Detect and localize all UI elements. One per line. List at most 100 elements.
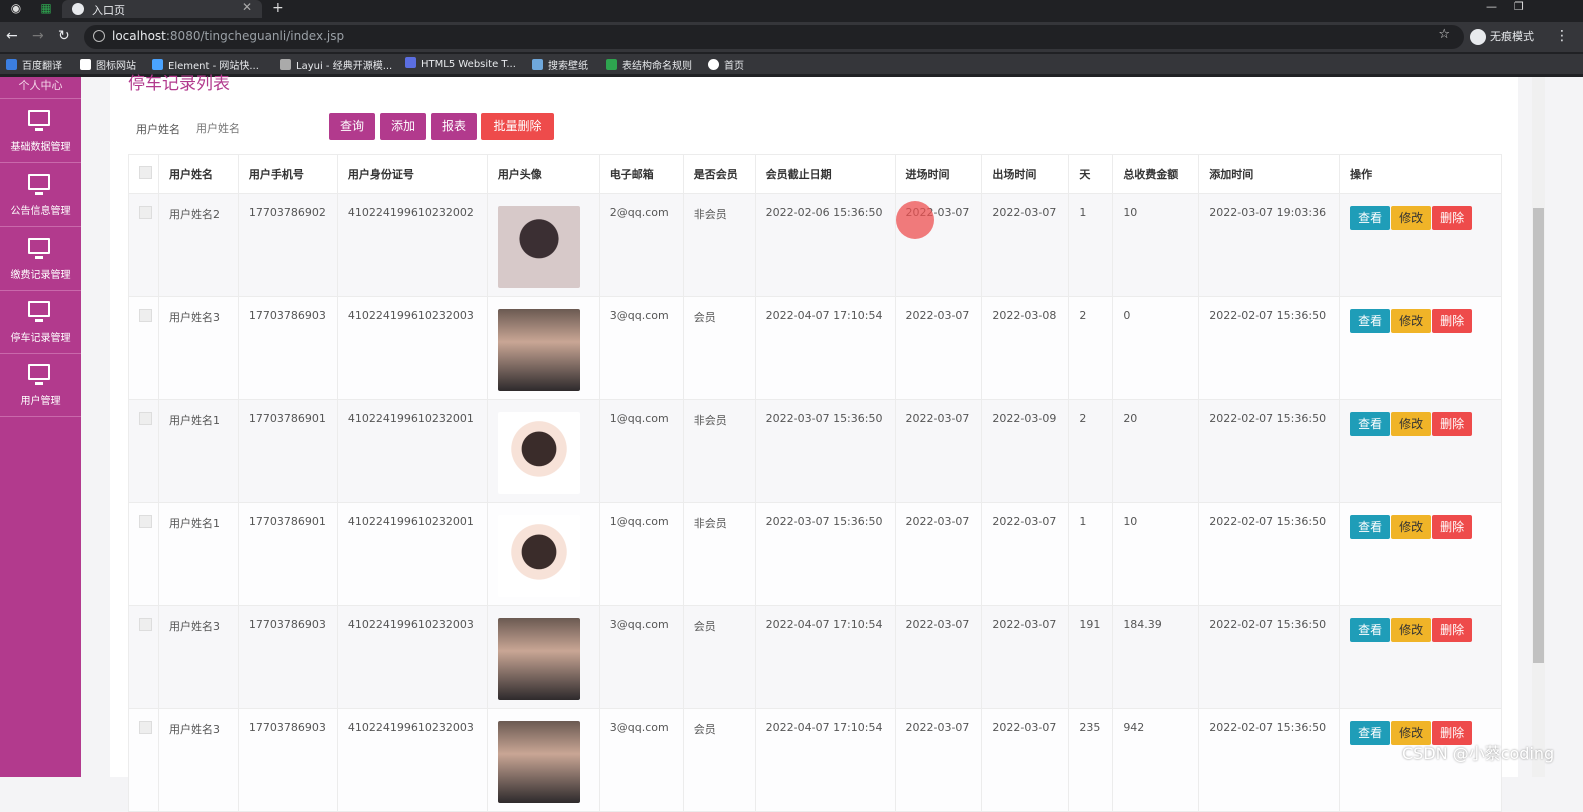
scrollbar-thumb[interactable]	[1533, 208, 1544, 663]
bookmark-item[interactable]: 表结构命名规则	[606, 57, 692, 72]
minimize-icon[interactable]: —	[1486, 0, 1497, 13]
sidebar-item-payments[interactable]: 缴费记录管理	[0, 228, 81, 291]
menu-icon[interactable]: ⋮	[1555, 28, 1569, 44]
view-button[interactable]: 查看	[1350, 309, 1391, 333]
sidebar-item-personal[interactable]: 个人中心	[0, 77, 81, 99]
url-input[interactable]: localhost:8080/tingcheguanli/index.jsp ☆	[84, 25, 1464, 49]
row-checkbox[interactable]	[139, 412, 152, 425]
sidebar-item-announcements[interactable]: 公告信息管理	[0, 164, 81, 227]
page-scrollbar[interactable]	[1532, 77, 1545, 777]
table-row: 用户姓名3 17703786903 410224199610232003 3@q…	[128, 296, 1502, 400]
add-button[interactable]: 添加	[380, 113, 426, 140]
view-button[interactable]: 查看	[1350, 206, 1391, 230]
cell-days: 1	[1068, 193, 1114, 297]
cell-id-card: 410224199610232001	[336, 399, 488, 503]
back-icon[interactable]: ←	[6, 28, 18, 44]
cell-total-fee: 0	[1112, 296, 1200, 400]
bookmark-item[interactable]: 搜索壁纸	[532, 57, 588, 72]
sidebar-item-basic-data[interactable]: 基础数据管理	[0, 100, 81, 163]
cell-total-fee: 10	[1112, 193, 1200, 297]
watermark: CSDN @小蔡coding	[1402, 744, 1555, 763]
cell-email: 2@qq.com	[598, 193, 684, 297]
row-checkbox[interactable]	[139, 206, 152, 219]
delete-button[interactable]: 删除	[1432, 618, 1473, 642]
report-button[interactable]: 报表	[431, 113, 477, 140]
column-header: 会员截止日期	[754, 154, 896, 194]
cell-member: 非会员	[682, 502, 756, 606]
globe-icon	[72, 3, 84, 15]
cell-id-card: 410224199610232003	[336, 296, 488, 400]
delete-button[interactable]: 删除	[1432, 206, 1473, 230]
close-icon[interactable]: ✕	[242, 0, 252, 14]
incognito-indicator[interactable]: 无痕模式	[1470, 28, 1534, 45]
delete-button[interactable]: 删除	[1432, 412, 1473, 436]
reload-icon[interactable]: ↻	[58, 28, 70, 44]
row-checkbox[interactable]	[139, 721, 152, 734]
search-input[interactable]	[190, 115, 310, 141]
new-tab-button[interactable]: +	[272, 0, 284, 16]
bookmark-item[interactable]: 百度翻译	[6, 57, 62, 72]
cell-avatar	[486, 399, 600, 503]
query-button[interactable]: 查询	[329, 113, 375, 140]
row-select-cell	[128, 502, 159, 606]
monitor-icon	[28, 238, 50, 259]
sidebar-item-label: 缴费记录管理	[10, 270, 71, 281]
bookmark-item[interactable]: Layui - 经典开源模...	[280, 57, 392, 72]
cell-phone: 17703786902	[237, 193, 338, 297]
table-row: 用户姓名1 17703786901 410224199610232001 1@q…	[128, 502, 1502, 606]
sidebar: 个人中心 基础数据管理 公告信息管理 缴费记录管理 停车记录管理 用户管理	[0, 77, 81, 777]
sidebar-item-parking[interactable]: 停车记录管理	[0, 291, 81, 354]
sidebar-item-label: 基础数据管理	[10, 142, 71, 153]
forward-icon[interactable]: →	[32, 28, 44, 44]
cell-id-card: 410224199610232002	[336, 193, 488, 297]
restore-icon[interactable]: ❐	[1514, 0, 1524, 13]
globe-icon[interactable]: ◉	[8, 1, 24, 17]
cell-enter-time: 2022-03-07	[894, 296, 983, 400]
view-button[interactable]: 查看	[1350, 515, 1391, 539]
monitor-icon	[28, 301, 50, 322]
cell-add-time: 2022-02-07 15:36:50	[1198, 502, 1341, 606]
row-select-cell	[128, 708, 159, 812]
bookmark-item[interactable]: 首页	[708, 57, 744, 72]
bookmark-item[interactable]: HTML5 Website T...	[405, 57, 516, 70]
cell-member-expire: 2022-04-07 17:10:54	[754, 708, 896, 812]
delete-button[interactable]: 删除	[1432, 309, 1473, 333]
avatar	[497, 309, 580, 391]
star-icon[interactable]: ☆	[1438, 27, 1450, 42]
cell-id-card: 410224199610232003	[336, 708, 488, 812]
avatar	[497, 206, 580, 288]
column-header: 操作	[1339, 154, 1502, 194]
column-header: 用户姓名	[157, 154, 239, 194]
cell-member-expire: 2022-04-07 17:10:54	[754, 296, 896, 400]
cell-email: 3@qq.com	[598, 296, 684, 400]
table-row: 用户姓名2 17703786902 410224199610232002 2@q…	[128, 193, 1502, 297]
delete-button[interactable]: 删除	[1432, 515, 1473, 539]
tab-active[interactable]: 入口页 ✕	[62, 0, 262, 18]
row-checkbox[interactable]	[139, 618, 152, 631]
view-button[interactable]: 查看	[1350, 618, 1391, 642]
edit-button[interactable]: 修改	[1391, 309, 1432, 333]
row-checkbox[interactable]	[139, 309, 152, 322]
edit-button[interactable]: 修改	[1391, 206, 1432, 230]
row-select-cell	[128, 605, 159, 709]
view-button[interactable]: 查看	[1350, 721, 1391, 745]
edit-button[interactable]: 修改	[1391, 412, 1432, 436]
select-all-checkbox[interactable]	[139, 166, 152, 179]
cell-exit-time: 2022-03-07	[981, 708, 1070, 812]
row-checkbox[interactable]	[139, 515, 152, 528]
cell-days: 1	[1068, 502, 1114, 606]
monitor-icon	[28, 110, 50, 131]
cell-enter-time: 2022-03-07	[894, 708, 983, 812]
edit-button[interactable]: 修改	[1391, 515, 1432, 539]
column-header: 用户手机号	[237, 154, 338, 194]
sidebar-item-users[interactable]: 用户管理	[0, 354, 81, 417]
view-button[interactable]: 查看	[1350, 412, 1391, 436]
cell-id-card: 410224199610232001	[336, 502, 488, 606]
batch-delete-button[interactable]: 批量删除	[481, 113, 554, 140]
cell-phone: 17703786903	[237, 708, 338, 812]
cell-member-expire: 2022-02-06 15:36:50	[754, 193, 896, 297]
edit-button[interactable]: 修改	[1391, 618, 1432, 642]
sidebar-item-label: 停车记录管理	[10, 333, 71, 344]
info-icon[interactable]	[93, 30, 105, 42]
sheet-icon[interactable]: ▦	[38, 1, 54, 17]
